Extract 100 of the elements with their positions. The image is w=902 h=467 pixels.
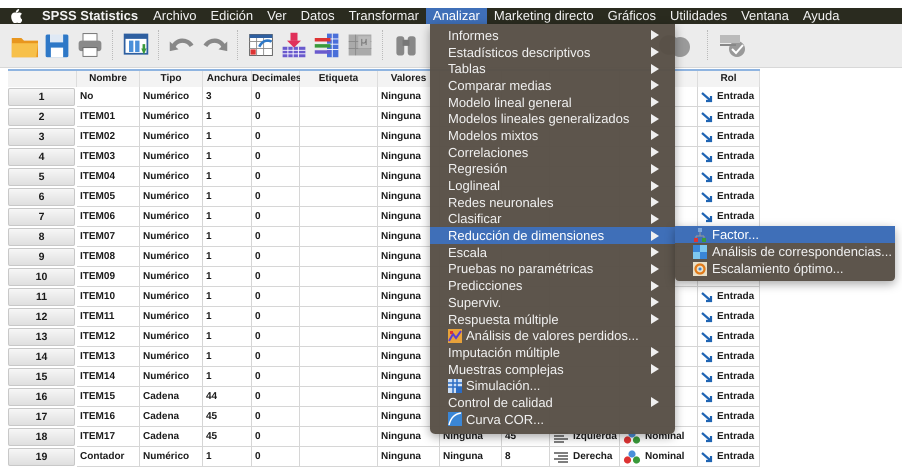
table-cell: 1 — [203, 187, 252, 207]
table-cell: 0 — [252, 207, 300, 227]
table-cell: 0 — [252, 367, 300, 387]
table-cell: 1 — [203, 307, 252, 327]
column-header[interactable]: Nombre — [77, 71, 140, 87]
table-cell: ITEM04 — [77, 167, 140, 187]
column-header[interactable]: Anchura — [203, 71, 252, 87]
table-cell: 0 — [252, 227, 300, 247]
table-cell: 0 — [252, 107, 300, 127]
column-header[interactable]: Tipo — [140, 71, 203, 87]
table-cell: 44 — [203, 387, 252, 407]
row-number[interactable]: 16 — [8, 388, 75, 406]
table-cell: 1 — [203, 207, 252, 227]
table-cell: No — [77, 87, 140, 107]
row-number[interactable]: 5 — [8, 168, 75, 186]
table-cell: Entrada — [717, 111, 754, 122]
table-cell: Entrada — [717, 331, 754, 342]
row-number[interactable]: 15 — [8, 368, 75, 386]
table-cell: 0 — [252, 447, 300, 467]
table-cell: Nominal — [645, 431, 684, 442]
menu-title[interactable]: Ayuda — [796, 8, 846, 24]
table-cell: ITEM01 — [77, 107, 140, 127]
table-cell: 1 — [203, 327, 252, 347]
table-cell: Numérico — [140, 267, 203, 287]
table-cell: 1 — [203, 247, 252, 267]
table-cell: ITEM17 — [77, 427, 140, 447]
menu-item[interactable]: Estadísticos descriptivos — [430, 44, 675, 60]
table-cell: 0 — [252, 387, 300, 407]
table-cell: Cadena — [140, 387, 203, 407]
menu-item[interactable]: Informes — [430, 27, 675, 44]
table-cell: Entrada — [717, 131, 754, 142]
table-cell: ITEM06 — [77, 207, 140, 227]
row-number[interactable]: 17 — [8, 408, 75, 426]
menu-item[interactable]: Escalamiento óptimo... — [675, 260, 895, 277]
row-number[interactable]: 14 — [8, 348, 75, 366]
table-cell: 45 — [203, 427, 252, 447]
column-header[interactable]: Rol — [698, 71, 760, 87]
row-number[interactable]: 13 — [8, 328, 75, 346]
table-cell: Numérico — [140, 347, 203, 367]
table-cell: Ninguna — [378, 447, 440, 467]
row-number[interactable]: 1 — [8, 88, 75, 106]
row-number[interactable]: 4 — [8, 148, 75, 166]
column-header[interactable]: Etiqueta — [300, 71, 378, 87]
row-number[interactable]: 7 — [8, 208, 75, 226]
menu-item[interactable]: Reducción de dimensiones — [430, 227, 675, 244]
row-number[interactable]: 11 — [8, 288, 75, 306]
table-cell: 0 — [252, 427, 300, 447]
table-cell: ITEM05 — [77, 187, 140, 207]
menu-title[interactable]: Datos — [294, 8, 342, 24]
table-cell: 0 — [252, 127, 300, 147]
table-cell: ITEM07 — [77, 227, 140, 247]
table-cell: Entrada — [717, 451, 754, 462]
table-cell: 0 — [252, 167, 300, 187]
menu-title[interactable]: Utilidades — [663, 8, 734, 24]
table-cell: Numérico — [140, 207, 203, 227]
table-cell: Entrada — [717, 291, 754, 302]
menu-title[interactable]: Ver — [260, 8, 294, 24]
table-cell: Entrada — [717, 311, 754, 322]
column-header[interactable]: Decimales — [252, 71, 300, 87]
table-cell: 0 — [252, 87, 300, 107]
row-number[interactable]: 18 — [8, 428, 75, 446]
menu-title[interactable]: Marketing directo — [486, 8, 601, 24]
table-cell: 0 — [252, 327, 300, 347]
row-number[interactable]: 9 — [8, 248, 75, 266]
row-number[interactable]: 10 — [8, 268, 75, 286]
table-cell: ITEM02 — [77, 127, 140, 147]
row-number[interactable]: 2 — [8, 108, 75, 126]
menu-item[interactable]: Análisis de correspondencias... — [675, 243, 895, 260]
table-cell: 1 — [203, 347, 252, 367]
table-cell: ITEM03 — [77, 147, 140, 167]
menu-title[interactable]: Transformar — [342, 8, 426, 24]
menu-title[interactable]: Archivo — [146, 8, 204, 24]
menu-title[interactable]: Ventana — [734, 8, 796, 24]
menu-title[interactable]: Edición — [203, 8, 260, 24]
table-cell: Entrada — [717, 351, 754, 362]
table-cell: Numérico — [140, 307, 203, 327]
row-number[interactable]: 19 — [8, 448, 75, 466]
table-cell: 1 — [203, 267, 252, 287]
table-cell: ITEM10 — [77, 287, 140, 307]
app-name[interactable]: SPSS Statistics — [22, 8, 146, 24]
menu-title[interactable]: Analizar — [426, 8, 487, 24]
table-cell: Numérico — [140, 227, 203, 247]
table-cell: Numérico — [140, 147, 203, 167]
menu-item[interactable]: Factor... — [675, 226, 895, 243]
table-cell: 1 — [203, 107, 252, 127]
menu-title[interactable]: Gráficos — [600, 8, 663, 24]
table-cell: Numérico — [140, 327, 203, 347]
row-number[interactable]: 8 — [8, 228, 75, 246]
table-cell: 1 — [203, 447, 252, 467]
table-cell: 1 — [203, 147, 252, 167]
table-cell: 1 — [203, 167, 252, 187]
table-cell: Nominal — [645, 451, 684, 462]
table-cell: 0 — [252, 307, 300, 327]
table-cell: Entrada — [717, 171, 754, 182]
table-cell: ITEM09 — [77, 267, 140, 287]
table-cell: 0 — [252, 147, 300, 167]
table-cell: 8 — [502, 447, 550, 467]
row-number[interactable]: 12 — [8, 308, 75, 326]
row-number[interactable]: 6 — [8, 188, 75, 206]
row-number[interactable]: 3 — [8, 128, 75, 146]
